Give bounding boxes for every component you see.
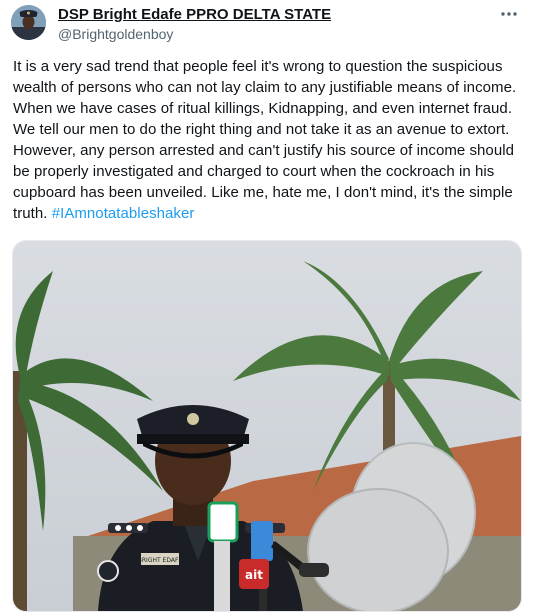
police-officer-avatar-icon	[11, 5, 46, 40]
author-avatar[interactable]	[11, 5, 46, 40]
tweet-body: It is a very sad trend that people feel …	[13, 58, 517, 222]
tweet-card: DSP Bright Edafe PPRO DELTA STATE @Brigh…	[0, 0, 535, 612]
tweet-text: It is a very sad trend that people feel …	[13, 56, 525, 224]
photo-officer-press-briefing-icon: BRIGHT EDAFE ait	[13, 241, 521, 611]
tweet-header: DSP Bright Edafe PPRO DELTA STATE @Brigh…	[58, 6, 495, 43]
mic-label-ait: ait	[245, 568, 263, 582]
more-options-icon[interactable]	[497, 4, 521, 24]
author-handle[interactable]: @Brightgoldenboy	[58, 25, 495, 43]
officer-name-tag: BRIGHT EDAFE	[138, 557, 183, 564]
hashtag-link[interactable]: #IAmnotatableshaker	[52, 205, 195, 222]
author-display-name[interactable]: DSP Bright Edafe PPRO DELTA STATE	[58, 6, 495, 24]
tweet-media-photo[interactable]: BRIGHT EDAFE ait	[12, 240, 522, 612]
